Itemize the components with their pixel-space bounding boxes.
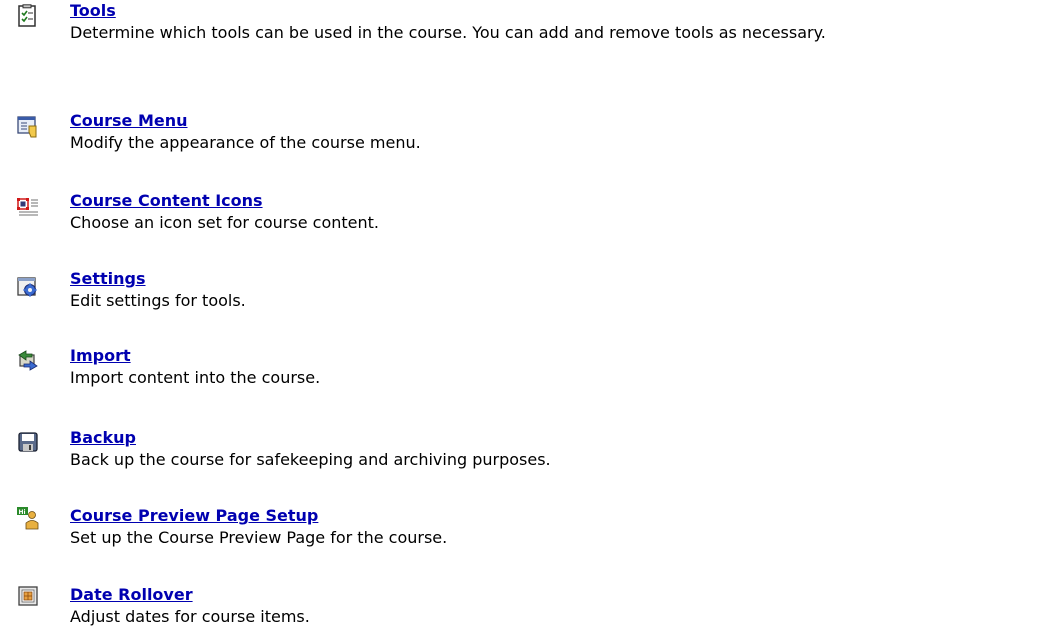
import-icon: [16, 349, 40, 373]
settings-icon: [16, 275, 40, 299]
tools-description: Determine which tools can be used in the…: [70, 23, 826, 42]
calendar-icon: [16, 585, 40, 609]
course-menu-description: Modify the appearance of the course menu…: [70, 133, 421, 152]
settings-link[interactable]: Settings: [70, 268, 146, 290]
backup-icon: [16, 430, 40, 454]
tools-link[interactable]: Tools: [70, 0, 116, 22]
course-preview-page-setup-description: Set up the Course Preview Page for the c…: [70, 528, 448, 547]
course-menu-icon: [16, 115, 40, 139]
course-menu-link[interactable]: Course Menu: [70, 110, 188, 132]
svg-text:Hi: Hi: [19, 509, 26, 516]
tools-icon: [16, 4, 40, 28]
preview-page-icon: Hi: [16, 506, 40, 530]
course-preview-page-setup-link[interactable]: Course Preview Page Setup: [70, 505, 318, 527]
import-description: Import content into the course.: [70, 368, 321, 387]
import-link[interactable]: Import: [70, 345, 131, 367]
content-icons-icon: [16, 195, 40, 219]
backup-link[interactable]: Backup: [70, 427, 136, 449]
date-rollover-description: Adjust dates for course items.: [70, 607, 310, 626]
date-rollover-link[interactable]: Date Rollover: [70, 584, 193, 606]
course-content-icons-link[interactable]: Course Content Icons: [70, 190, 263, 212]
course-content-icons-description: Choose an icon set for course content.: [70, 213, 379, 232]
settings-description: Edit settings for tools.: [70, 291, 246, 310]
backup-description: Back up the course for safekeeping and a…: [70, 450, 551, 469]
